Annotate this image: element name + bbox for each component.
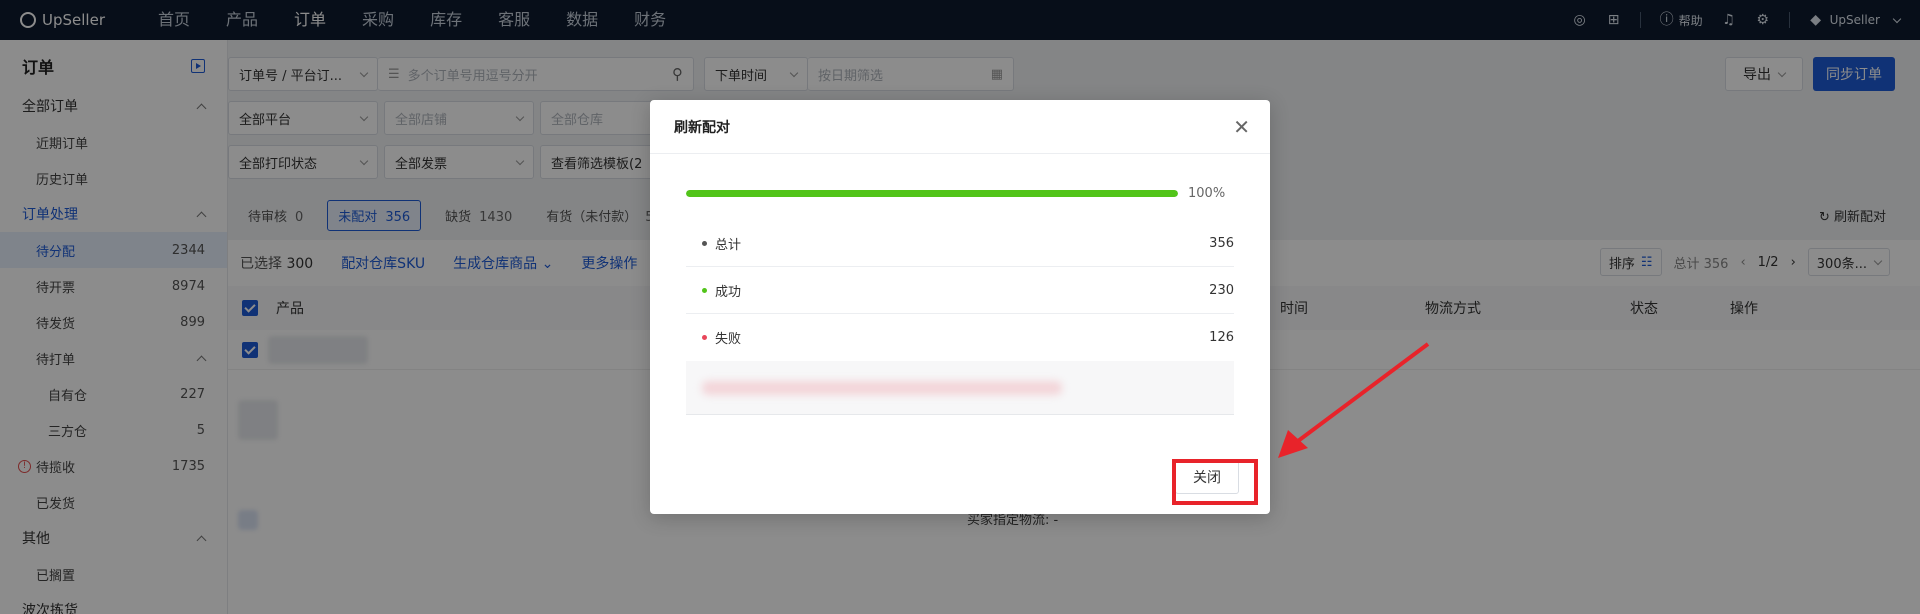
- progress-fill: [686, 190, 1178, 197]
- stat-label: 失败: [715, 332, 742, 347]
- close-icon[interactable]: ✕: [1233, 117, 1250, 137]
- dialog-header: 刷新配对 ✕: [650, 100, 1270, 154]
- blurred-error-text: [702, 381, 1062, 395]
- progress-percent: 100%: [1188, 186, 1226, 201]
- stat-failed: 失败 126: [686, 314, 1234, 361]
- highlight-annotation: [1172, 459, 1258, 505]
- stat-label: 成功: [715, 284, 742, 300]
- stat-success: 成功 230: [686, 267, 1234, 314]
- progress-bar: 100%: [686, 186, 1226, 201]
- note-text: 买家指定物流: -: [967, 513, 1059, 528]
- failure-details: [686, 361, 1234, 415]
- bullet-dot: [702, 240, 707, 246]
- stat-value: 356: [1209, 235, 1234, 251]
- dialog-title: 刷新配对: [674, 119, 730, 136]
- bullet-dot: [702, 287, 707, 293]
- refresh-match-dialog: 刷新配对 ✕ 100% 总计 356 成功 230 失败 126 关闭: [650, 100, 1270, 514]
- stat-total: 总计 356: [686, 220, 1234, 267]
- stat-label: 总计: [715, 237, 742, 253]
- stat-value: 126: [1209, 330, 1234, 345]
- progress-track: [686, 190, 1178, 197]
- bullet-dot: [702, 335, 707, 340]
- stat-value: 230: [1209, 282, 1234, 298]
- red-arrow-annotation: [1278, 342, 1430, 458]
